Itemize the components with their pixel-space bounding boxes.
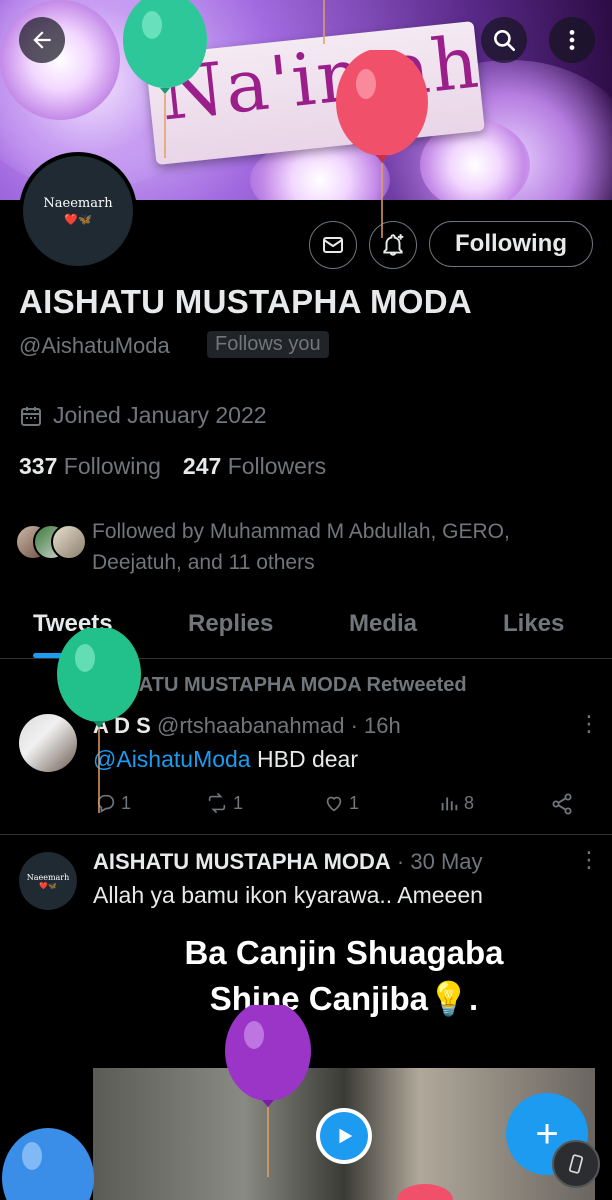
follows-you-badge: Follows you [207,331,329,358]
joined-text: Joined January 2022 [53,402,267,428]
retweet-label: AISHATU MUSTAPHA MODA Retweeted [91,674,467,696]
tab-likes[interactable]: Likes [503,610,564,638]
tweet-time[interactable]: · 16h [351,713,401,738]
bar-chart-icon [441,797,458,811]
followers-count: 247 [182,453,222,479]
tweet-text: Allah ya bamu ikon kyarawa.. Ameeen [93,882,483,908]
calendar-icon [21,406,41,426]
followed-by-avatars [15,524,87,564]
play-button-inner [320,1112,368,1160]
like-count: 1 [349,792,360,813]
more-button[interactable] [549,17,595,63]
retweet-button[interactable]: 1 [205,792,243,814]
profile-handle: @AishatuModa [19,333,170,358]
profile-display-name: AISHATU MUSTAPHA MODA [19,283,472,320]
retweet-count: 1 [233,792,244,813]
balloon-decoration [123,0,207,158]
banner-flower [0,0,120,120]
media-caption-line: Ba Canjin Shuagaba [184,934,504,971]
retweet-icon [208,793,226,813]
tweet-avatar-name: Naeemarh [26,872,70,882]
tab-media[interactable]: Media [349,610,417,638]
joined-date: Joined January 2022 [19,402,267,429]
followed-by-text: Followed by Muhammad M Abdullah, GERO, D… [92,520,510,574]
media-caption-line: Shine Canjiba💡. [209,980,479,1017]
tweet-handle[interactable]: @rtshaabanahmad [157,713,344,738]
tweet-more-icon[interactable]: ⋮ [578,713,600,735]
tweet-avatar-emoji: ❤️🦋 [39,882,57,890]
views-count: 8 [464,792,475,813]
tweet-author[interactable]: AISHATU MUSTAPHA MODA [93,849,391,874]
search-icon [494,30,516,52]
rotate-screen-button[interactable] [552,1140,600,1188]
back-button[interactable] [19,17,65,63]
follow-stats: 337 Following 247 Followers [19,453,326,480]
tweet-divider [0,834,612,835]
more-vertical-icon [569,30,575,50]
tab-replies[interactable]: Replies [188,610,273,638]
like-button[interactable]: 1 [323,792,359,814]
tweet-actions: 1 1 1 8 [95,792,585,818]
back-arrow-icon [33,31,51,49]
heart-icon [326,796,342,812]
balloon-decoration [2,1128,94,1200]
tweet-text-content: HBD dear [257,746,358,772]
following-label: Following [63,453,161,479]
following-button[interactable]: Following [429,221,593,267]
tweet-header: AISHATU MUSTAPHA MODA · 30 May [93,849,483,875]
play-icon [339,1128,353,1144]
balloon-decoration [225,1005,311,1177]
balloon-decoration [336,50,428,238]
share-icon [552,793,572,815]
balloon-decoration [397,1184,453,1200]
followers-label: Followers [227,453,327,479]
avatar-name: Naeemarh [43,196,113,211]
tweet-time[interactable]: · 30 May [397,849,483,874]
balloon-string [323,0,325,44]
tweet-avatar[interactable]: Naeemarh ❤️🦋 [19,852,77,910]
followers-stat[interactable]: 247 Followers [183,453,326,480]
share-button[interactable] [550,792,574,816]
phone-rotate-icon [569,1154,583,1174]
tweet-more-icon[interactable]: ⋮ [578,849,600,871]
media-caption: Ba Canjin Shuagaba Shine Canjiba💡. [93,930,595,1022]
search-button[interactable] [481,17,527,63]
play-button[interactable] [316,1108,372,1164]
avatar [51,524,87,560]
profile-avatar[interactable]: Naeemarh ❤️🦋 [19,152,137,270]
following-stat[interactable]: 337 Following [19,453,161,480]
following-count: 337 [19,453,58,479]
balloon-decoration [57,628,141,813]
avatar-emoji: ❤️🦋 [64,214,92,226]
views-button[interactable]: 8 [438,792,474,814]
